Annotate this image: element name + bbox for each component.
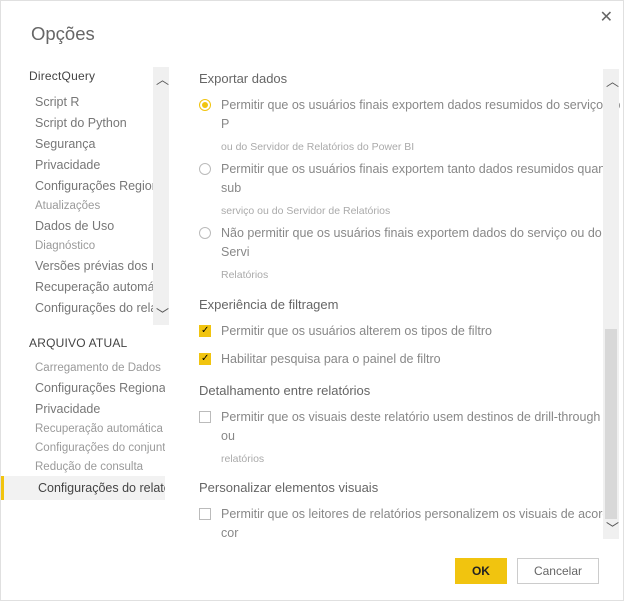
sidebar: ︿ ﹀ DirectQuery Script R Script do Pytho… — [1, 67, 169, 548]
nav-recuperacao-auto[interactable]: Recuperação automática — [35, 276, 165, 297]
sidebar-scrollbar[interactable]: ︿ ﹀ — [153, 67, 169, 325]
nav-atualizacoes[interactable]: Atualizações — [35, 196, 165, 215]
scrollbar-thumb[interactable] — [605, 329, 617, 519]
checkbox-sublabel: relatórios — [221, 452, 623, 467]
checkbox-filter-types[interactable] — [199, 325, 211, 337]
chevron-down-icon[interactable]: ﹀ — [606, 518, 619, 537]
section-export-data: Exportar dados — [199, 71, 623, 86]
section-filter-experience: Experiência de filtragem — [199, 297, 623, 312]
sidebar-category-directquery: DirectQuery — [29, 69, 165, 83]
nav-privacidade-2[interactable]: Privacidade — [35, 398, 165, 419]
content-scrollbar[interactable]: ︿ ﹀ — [603, 69, 619, 539]
dialog-footer: OK Cancelar — [1, 548, 623, 600]
radio-export-summary[interactable] — [199, 99, 211, 111]
nav-script-r[interactable]: Script R — [35, 91, 165, 112]
chevron-down-icon[interactable]: ﹀ — [156, 304, 169, 323]
checkbox-filter-search[interactable] — [199, 353, 211, 365]
cancel-button[interactable]: Cancelar — [517, 558, 599, 584]
checkbox-label: Permitir que os usuários alterem os tipo… — [221, 322, 492, 341]
radio-export-both[interactable] — [199, 163, 211, 175]
ok-button[interactable]: OK — [455, 558, 507, 584]
checkbox-label: Permitir que os visuais deste relatório … — [221, 408, 623, 446]
nav-config-relatorio-2[interactable]: Configurações do relatório — [1, 476, 165, 500]
checkbox-drill-through[interactable] — [199, 411, 211, 423]
section-personalize-visuals: Personalizar elementos visuais — [199, 480, 623, 495]
radio-sublabel: serviço ou do Servidor de Relatórios — [221, 204, 623, 219]
sidebar-category-arquivo: ARQUIVO ATUAL — [29, 336, 165, 350]
radio-export-none[interactable] — [199, 227, 211, 239]
nav-carregamento-dados[interactable]: Carregamento de Dados — [35, 358, 165, 377]
radio-sublabel: Relatórios — [221, 268, 623, 283]
nav-reducao-consulta[interactable]: Redução de consulta — [35, 457, 165, 476]
nav-seguranca[interactable]: Segurança — [35, 133, 165, 154]
nav-script-python[interactable]: Script do Python — [35, 112, 165, 133]
checkbox-personalize-visuals[interactable] — [199, 508, 211, 520]
radio-label: Não permitir que os usuários finais expo… — [221, 224, 623, 262]
nav-config-relatorio[interactable]: Configurações do relatório — [35, 297, 165, 318]
nav-config-regionais[interactable]: Configurações Regionais — [35, 175, 165, 196]
nav-privacidade[interactable]: Privacidade — [35, 154, 165, 175]
nav-config-dados-publicado[interactable]: Configurações do conjunto de dados publi… — [35, 438, 165, 457]
chevron-up-icon[interactable]: ︿ — [606, 71, 619, 90]
nav-dados-uso[interactable]: Dados de Uso — [35, 215, 165, 236]
dialog-title: Opções — [1, 1, 623, 67]
nav-versoes-previas[interactable]: Versões prévias dos recursos — [35, 255, 165, 276]
nav-recuperacao-auto-2[interactable]: Recuperação automática — [35, 419, 165, 438]
nav-diagnostico[interactable]: Diagnóstico — [35, 236, 165, 255]
checkbox-label: Habilitar pesquisa para o painel de filt… — [221, 350, 441, 369]
nav-config-regionais-2[interactable]: Configurações Regionais — [35, 377, 165, 398]
checkbox-label: Permitir que os leitores de relatórios p… — [221, 505, 623, 543]
radio-sublabel: ou do Servidor de Relatórios do Power BI — [221, 140, 623, 155]
section-drill-through: Detalhamento entre relatórios — [199, 383, 623, 398]
radio-label: Permitir que os usuários finais exportem… — [221, 96, 623, 134]
radio-label: Permitir que os usuários finais exportem… — [221, 160, 623, 198]
content-pane: ︿ ﹀ Exportar dados Permitir que os usuár… — [169, 67, 623, 548]
chevron-up-icon[interactable]: ︿ — [156, 69, 169, 88]
close-icon[interactable]: ✕ — [600, 7, 613, 27]
